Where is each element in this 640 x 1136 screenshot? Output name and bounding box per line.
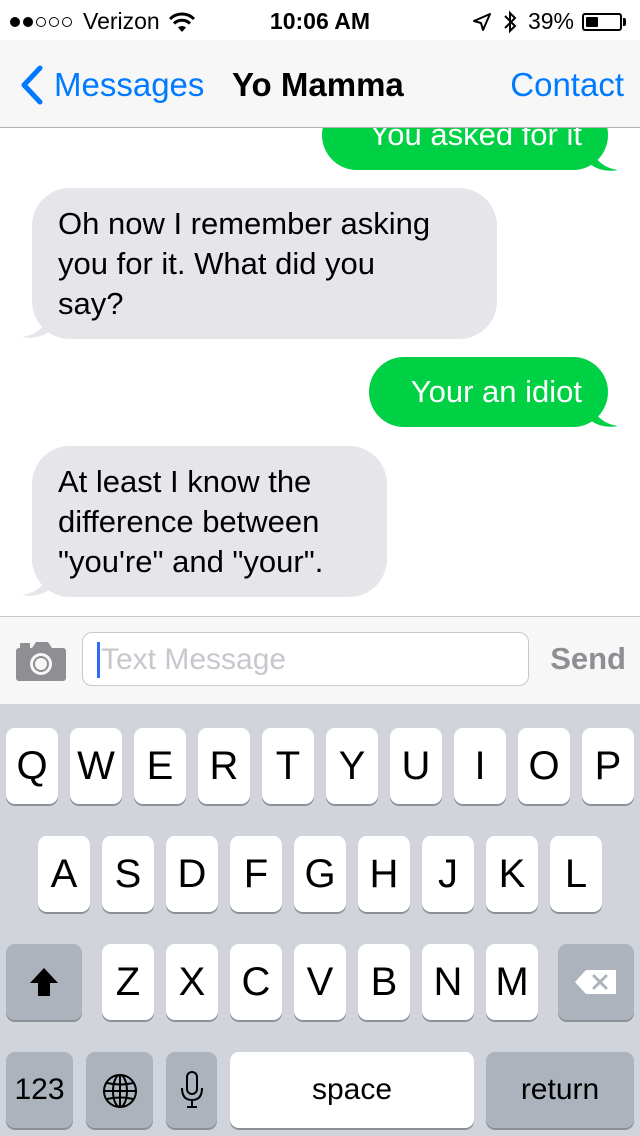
battery-percent: 39% xyxy=(527,8,574,34)
send-button[interactable]: Send xyxy=(550,641,626,677)
shift-icon xyxy=(30,968,58,996)
message-input-placeholder: Text Message xyxy=(101,643,287,676)
key-q[interactable]: Q xyxy=(6,728,58,804)
message-input[interactable]: Text Message xyxy=(82,632,529,686)
conversation-title: Yo Mamma xyxy=(232,66,404,103)
message-line: you for it. What did you xyxy=(58,246,376,281)
key-a[interactable]: A xyxy=(38,836,90,912)
key-z[interactable]: Z xyxy=(102,944,154,1020)
key-v[interactable]: V xyxy=(294,944,346,1020)
globe-icon xyxy=(103,1074,137,1108)
key-e[interactable]: E xyxy=(134,728,186,804)
key-r[interactable]: R xyxy=(198,728,250,804)
battery-tip xyxy=(623,17,626,26)
key-h[interactable]: H xyxy=(358,836,410,912)
message-line: difference between xyxy=(58,504,320,539)
message-line: Oh now I remember asking xyxy=(58,206,431,241)
key-w[interactable]: W xyxy=(70,728,122,804)
message-text: Your an idiot xyxy=(410,374,582,409)
outgoing-message[interactable]: Your an idiot xyxy=(369,357,608,427)
contact-button[interactable]: Contact xyxy=(510,66,624,104)
navigation-bar: Messages Yo Mamma Contact xyxy=(0,40,640,128)
key-k[interactable]: K xyxy=(486,836,538,912)
back-button[interactable]: Messages xyxy=(16,64,204,106)
key-g[interactable]: G xyxy=(294,836,346,912)
key-f[interactable]: F xyxy=(230,836,282,912)
space-key[interactable]: space xyxy=(230,1052,474,1128)
bubble-tail xyxy=(590,402,618,427)
key-b[interactable]: B xyxy=(358,944,410,1020)
dictation-key[interactable] xyxy=(166,1052,217,1128)
key-p[interactable]: P xyxy=(582,728,634,804)
message-line: say? xyxy=(58,286,124,321)
key-u[interactable]: U xyxy=(390,728,442,804)
bubble-tail xyxy=(590,146,618,171)
key-j[interactable]: J xyxy=(422,836,474,912)
message-line: At least I know the xyxy=(58,464,312,499)
outgoing-message[interactable]: You asked for it xyxy=(322,128,608,170)
return-key[interactable]: return xyxy=(486,1052,634,1128)
key-i[interactable]: I xyxy=(454,728,506,804)
message-composer: Text Message Send xyxy=(0,616,640,704)
key-x[interactable]: X xyxy=(166,944,218,1020)
key-y[interactable]: Y xyxy=(326,728,378,804)
message-line: "you're" and "your". xyxy=(58,544,324,579)
message-thread[interactable]: You asked for it Oh now I remember askin… xyxy=(0,128,640,616)
shift-key[interactable] xyxy=(6,944,82,1020)
bubble-tail xyxy=(22,571,50,596)
key-m[interactable]: M xyxy=(486,944,538,1020)
incoming-message[interactable]: At least I know the difference between "… xyxy=(32,446,387,597)
keyboard: Q W E R T Y U I O P A S D F G H J K L Z … xyxy=(0,704,640,1136)
key-c[interactable]: C xyxy=(230,944,282,1020)
incoming-message[interactable]: Oh now I remember asking you for it. Wha… xyxy=(32,188,497,339)
status-right: 39% xyxy=(472,8,626,35)
back-label: Messages xyxy=(54,66,205,103)
bubble-tail xyxy=(22,313,50,338)
key-l[interactable]: L xyxy=(550,836,602,912)
back-chevron-icon xyxy=(21,65,43,105)
text-cursor xyxy=(97,642,100,678)
message-text: You asked for it xyxy=(369,128,582,152)
key-s[interactable]: S xyxy=(102,836,154,912)
key-o[interactable]: O xyxy=(518,728,570,804)
location-arrow-icon xyxy=(472,12,491,31)
battery-icon xyxy=(582,12,622,31)
numbers-key[interactable]: 123 xyxy=(6,1052,73,1128)
bluetooth-icon xyxy=(504,10,517,33)
delete-icon xyxy=(575,970,616,994)
key-d[interactable]: D xyxy=(166,836,218,912)
key-n[interactable]: N xyxy=(422,944,474,1020)
delete-key[interactable] xyxy=(558,944,634,1020)
key-t[interactable]: T xyxy=(262,728,314,804)
microphone-icon xyxy=(181,1071,203,1108)
globe-key[interactable] xyxy=(86,1052,153,1128)
status-bar: Verizon 10:06 AM 39% xyxy=(0,0,640,40)
camera-icon[interactable] xyxy=(14,639,68,683)
